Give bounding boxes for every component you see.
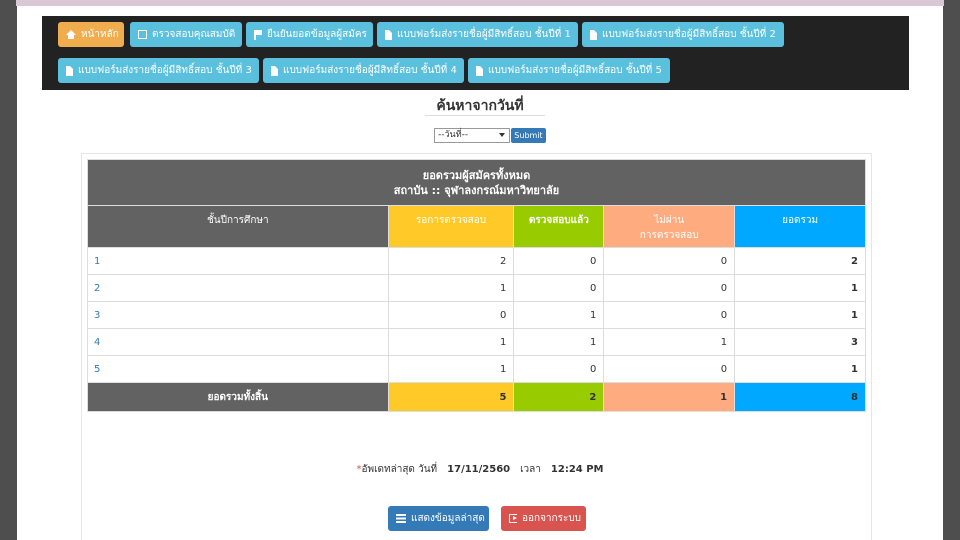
summary-table: ยอดรวมผู้สมัครทั้งหมด สถาบัน :: จุฬาลงกร… bbox=[87, 159, 866, 412]
row-total: 2 bbox=[734, 247, 866, 275]
nav-home-button[interactable]: หน้าหลัก bbox=[58, 22, 124, 47]
update-date: 17/11/2560 bbox=[447, 464, 511, 475]
header-failed-line1: ไม่ผ่าน bbox=[654, 215, 685, 226]
table-row: 2 1 0 0 1 bbox=[87, 274, 866, 302]
update-time: 12:24 PM bbox=[550, 464, 604, 475]
header-total: ยอดรวม bbox=[734, 205, 866, 248]
footer-checked: 2 bbox=[513, 382, 605, 412]
nav-form4-label: แบบฟอร์มส่งรายชื่อผู้มีสิทธิ์สอบ ชั้นปีท… bbox=[283, 65, 457, 76]
table-title: ยอดรวมผู้สมัครทั้งหมด สถาบัน :: จุฬาลงกร… bbox=[87, 159, 866, 206]
list-icon bbox=[396, 514, 406, 523]
row-checked: 1 bbox=[513, 301, 605, 329]
flag-icon bbox=[254, 29, 262, 40]
table-title-line2: สถาบัน :: จุฬาลงกรณ์มหาวิทยาลัย bbox=[393, 183, 560, 197]
row-failed: 0 bbox=[603, 274, 736, 302]
chevron-down-icon bbox=[499, 133, 505, 137]
row-failed: 0 bbox=[603, 301, 736, 329]
file-icon bbox=[590, 29, 597, 40]
header-failed-line2: การตรวจสอบ bbox=[639, 230, 699, 241]
home-icon bbox=[66, 30, 76, 39]
nav-form5-label: แบบฟอร์มส่งรายชื่อผู้มีสิทธิ์สอบ ชั้นปีท… bbox=[488, 65, 662, 76]
nav-confirm-applicants-label: ยืนยันยอดข้อมูลผู้สมัคร bbox=[267, 29, 367, 40]
header-level: ชั้นปีการศึกษา bbox=[87, 205, 389, 248]
row-level-link[interactable]: 2 bbox=[87, 274, 389, 302]
table-row: 1 2 0 0 2 bbox=[87, 247, 866, 275]
file-icon bbox=[271, 65, 278, 76]
row-pending: 1 bbox=[387, 355, 515, 383]
nav-form2-button[interactable]: แบบฟอร์มส่งรายชื่อผู้มีสิทธิ์สอบ ชั้นปีท… bbox=[582, 22, 784, 47]
logout-label: ออกจากระบบ bbox=[522, 513, 582, 524]
row-total: 1 bbox=[734, 274, 866, 302]
date-select-value: --วันที่-- bbox=[438, 130, 469, 140]
row-failed: 1 bbox=[603, 328, 736, 356]
file-icon bbox=[66, 65, 73, 76]
show-latest-button[interactable]: แสดงข้อมูลล่าสุด bbox=[388, 506, 489, 531]
nav-form3-button[interactable]: แบบฟอร์มส่งรายชื่อผู้มีสิทธิ์สอบ ชั้นปีท… bbox=[58, 58, 259, 83]
edit-icon bbox=[138, 30, 147, 39]
header-checked: ตรวจสอบแล้ว bbox=[513, 205, 605, 248]
file-icon bbox=[385, 29, 392, 40]
file-icon bbox=[476, 65, 483, 76]
date-select[interactable]: --วันที่-- bbox=[434, 128, 510, 143]
row-checked: 0 bbox=[513, 355, 605, 383]
table-header-row: ชั้นปีการศึกษา รอการตรวจสอบ ตรวจสอบแล้ว … bbox=[87, 205, 866, 248]
row-level-link[interactable]: 5 bbox=[87, 355, 389, 383]
table-row: 5 1 0 0 1 bbox=[87, 355, 866, 383]
row-failed: 0 bbox=[603, 355, 736, 383]
row-total: 1 bbox=[734, 355, 866, 383]
nav-check-qualification-label: ตรวจสอบคุณสมบัติ bbox=[152, 29, 236, 40]
search-title: ค้นหาจากวันที่ bbox=[436, 98, 524, 114]
row-total: 3 bbox=[734, 328, 866, 356]
header-pending: รอการตรวจสอบ bbox=[387, 205, 515, 248]
last-update: *อัพเดทล่าสุด วันที่ 17/11/2560 เวลา 12:24 … bbox=[17, 462, 943, 477]
row-total: 1 bbox=[734, 301, 866, 329]
table-footer-row: ยอดรวมทั้งสิ้น 5 2 1 8 bbox=[87, 382, 866, 412]
row-checked: 0 bbox=[513, 274, 605, 302]
update-label: อัพเดทล่าสุด วันที่ bbox=[361, 464, 438, 475]
nav-form4-button[interactable]: แบบฟอร์มส่งรายชื่อผู้มีสิทธิ์สอบ ชั้นปีท… bbox=[263, 58, 464, 83]
footer-failed: 1 bbox=[603, 382, 736, 412]
header-failed: ไม่ผ่าน การตรวจสอบ bbox=[603, 205, 736, 248]
nav-form1-label: แบบฟอร์มส่งรายชื่อผู้มีสิทธิ์สอบ ชั้นปีท… bbox=[397, 29, 571, 40]
nav-form5-button[interactable]: แบบฟอร์มส่งรายชื่อผู้มีสิทธิ์สอบ ชั้นปีท… bbox=[468, 58, 670, 83]
row-level-link[interactable]: 3 bbox=[87, 301, 389, 329]
table-row: 3 0 1 0 1 bbox=[87, 301, 866, 329]
nav-form3-label: แบบฟอร์มส่งรายชื่อผู้มีสิทธิ์สอบ ชั้นปีท… bbox=[78, 65, 252, 76]
row-failed: 0 bbox=[603, 247, 736, 275]
row-pending: 1 bbox=[387, 274, 515, 302]
logout-button[interactable]: ออกจากระบบ bbox=[501, 506, 586, 531]
nav-confirm-applicants-button[interactable]: ยืนยันยอดข้อมูลผู้สมัคร bbox=[246, 22, 373, 47]
table-title-line1: ยอดรวมผู้สมัครทั้งหมด bbox=[422, 168, 531, 182]
footer-label: ยอดรวมทั้งสิ้น bbox=[87, 382, 389, 412]
nav-home-label: หน้าหลัก bbox=[81, 29, 119, 40]
row-level-link[interactable]: 4 bbox=[87, 328, 389, 356]
submit-button[interactable]: Submit bbox=[511, 128, 546, 143]
row-pending: 1 bbox=[387, 328, 515, 356]
footer-pending: 5 bbox=[387, 382, 515, 412]
row-checked: 0 bbox=[513, 247, 605, 275]
page: หน้าหลัก ตรวจสอบคุณสมบัติ ยืนยันยอดข้อมู… bbox=[17, 6, 943, 540]
row-level-link[interactable]: 1 bbox=[87, 247, 389, 275]
search-title-underline bbox=[425, 115, 545, 116]
row-pending: 2 bbox=[387, 247, 515, 275]
navbar: หน้าหลัก ตรวจสอบคุณสมบัติ ยืนยันยอดข้อมู… bbox=[42, 16, 909, 90]
footer-total: 8 bbox=[734, 382, 866, 412]
row-pending: 0 bbox=[387, 301, 515, 329]
nav-check-qualification-button[interactable]: ตรวจสอบคุณสมบัติ bbox=[130, 22, 242, 47]
table-row: 4 1 1 1 3 bbox=[87, 328, 866, 356]
nav-form1-button[interactable]: แบบฟอร์มส่งรายชื่อผู้มีสิทธิ์สอบ ชั้นปีท… bbox=[377, 22, 578, 47]
row-checked: 1 bbox=[513, 328, 605, 356]
logout-icon bbox=[509, 514, 517, 523]
update-time-label: เวลา bbox=[520, 464, 541, 475]
nav-form2-label: แบบฟอร์มส่งรายชื่อผู้มีสิทธิ์สอบ ชั้นปีท… bbox=[602, 29, 776, 40]
show-latest-label: แสดงข้อมูลล่าสุด bbox=[411, 513, 485, 524]
